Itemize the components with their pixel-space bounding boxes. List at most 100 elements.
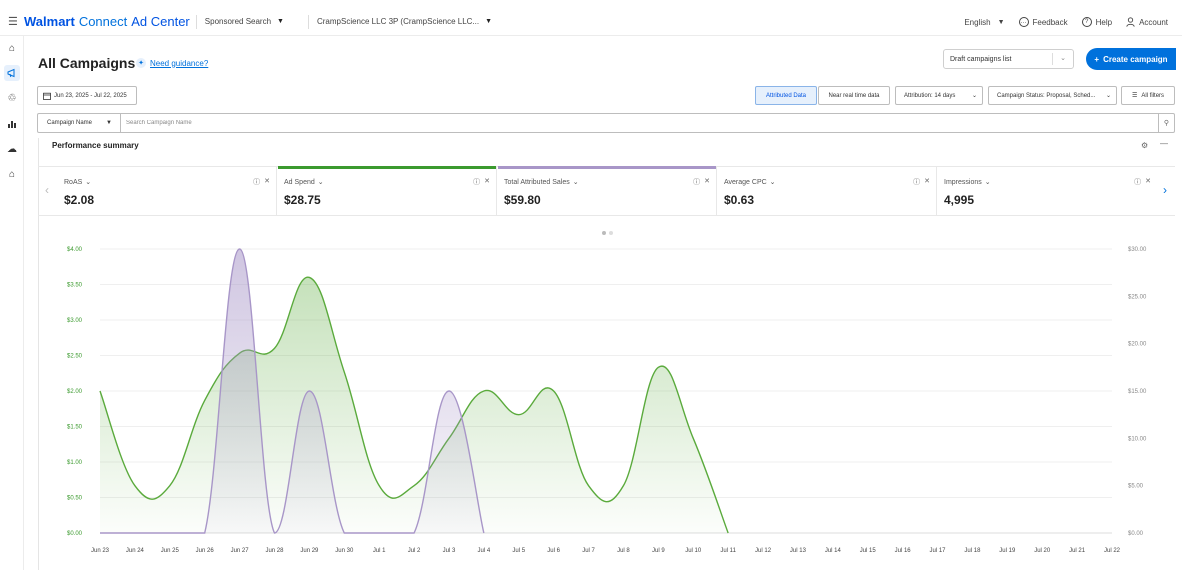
kpi-card-impressions[interactable]: Impressions ⌄ ⓘ ✕ 4,995 — [938, 166, 1157, 216]
attributed-data-toggle[interactable]: Attributed Data — [755, 86, 817, 105]
attribution-select[interactable]: Attribution: 14 days ⌄ — [895, 86, 983, 105]
x-tick-label: Jul 10 — [685, 548, 702, 554]
y-tick-label-right: $10.00 — [1128, 436, 1147, 442]
caret-down-icon: ▼ — [997, 18, 1005, 26]
caret-down-icon: ▼ — [106, 120, 112, 126]
upload-icon[interactable]: ☁ — [4, 141, 20, 157]
filter-icon: ☰ — [1131, 93, 1138, 99]
x-tick-label: Jun 28 — [265, 548, 284, 554]
chevron-down-icon: ⌄ — [971, 93, 977, 99]
account-button[interactable]: Account — [1126, 17, 1168, 27]
guidance-label: Need guidance? — [150, 58, 209, 68]
campaigns-icon[interactable] — [4, 65, 20, 81]
brand-walmart: Walmart — [24, 14, 75, 29]
y-tick-label-left: $2.00 — [67, 389, 83, 395]
lightbulb-icon: ✦ — [136, 58, 146, 68]
close-icon[interactable]: ✕ — [924, 177, 930, 187]
chevron-left-icon[interactable]: ‹ — [45, 183, 49, 197]
recycle-icon[interactable]: ♲ — [4, 90, 20, 106]
ad-type-select[interactable]: Sponsored Search ▼ — [205, 17, 284, 26]
x-tick-label: Jul 6 — [547, 548, 560, 554]
chevron-right-icon[interactable]: › — [1163, 183, 1167, 197]
kpi-color-bar — [278, 166, 496, 169]
x-tick-label: Jun 24 — [126, 548, 145, 554]
x-tick-label: Jul 8 — [617, 548, 630, 554]
close-icon[interactable]: ✕ — [264, 177, 270, 187]
campaign-status-select[interactable]: Campaign Status: Proposal, Sched... ⌄ — [988, 86, 1117, 105]
x-tick-label: Jun 26 — [196, 548, 215, 554]
search-bar: Campaign Name ▼ ⚲ — [37, 113, 1175, 133]
account-select[interactable]: CrampScience LLC 3P (CrampScience LLC...… — [317, 17, 492, 26]
all-filters-button[interactable]: ☰ All filters — [1121, 86, 1175, 105]
calendar-icon — [43, 92, 51, 100]
kpi-card-roas[interactable]: RoAS ⌄ ⓘ ✕ $2.08 — [58, 166, 277, 216]
search-field-label: Campaign Name — [47, 120, 93, 126]
kpi-card-average-cpc[interactable]: Average CPC ⌄ ⓘ ✕ $0.63 — [718, 166, 937, 216]
x-tick-label: Jun 27 — [231, 548, 250, 554]
store-icon[interactable]: ⌂ — [4, 166, 20, 182]
menu-icon[interactable]: ☰ — [8, 15, 22, 28]
y-tick-label-right: $30.00 — [1128, 247, 1147, 253]
help-icon: ? — [1081, 17, 1092, 27]
feedback-icon: … — [1018, 17, 1029, 27]
divider — [1052, 53, 1053, 65]
divider — [307, 14, 309, 29]
kpi-value: $0.63 — [724, 193, 755, 207]
info-icon[interactable]: ⓘ — [693, 177, 700, 187]
help-button[interactable]: ? Help — [1081, 17, 1112, 27]
y-tick-label-right: $15.00 — [1128, 389, 1147, 395]
x-tick-label: Jul 1 — [373, 548, 386, 554]
x-tick-label: Jul 9 — [652, 548, 665, 554]
create-campaign-button[interactable]: + Create campaign — [1086, 48, 1176, 70]
near-real-time-toggle[interactable]: Near real time data — [818, 86, 890, 105]
kpi-label: Impressions ⌄ — [944, 179, 991, 186]
x-tick-label: Jun 23 — [91, 548, 110, 554]
close-icon[interactable]: ✕ — [484, 177, 490, 187]
feedback-button[interactable]: … Feedback — [1018, 17, 1068, 27]
search-icon[interactable]: ⚲ — [1158, 114, 1174, 132]
minimize-icon[interactable]: — — [1160, 139, 1168, 148]
x-tick-label: Jul 18 — [964, 548, 981, 554]
x-tick-label: Jul 17 — [930, 548, 947, 554]
reports-icon[interactable] — [4, 116, 20, 132]
x-tick-label: Jul 19 — [999, 548, 1016, 554]
home-icon[interactable]: ⌂ — [4, 40, 20, 56]
kpi-value: $2.08 — [64, 193, 95, 207]
kpi-card-ad-spend[interactable]: Ad Spend ⌄ ⓘ ✕ $28.75 — [278, 166, 497, 216]
feedback-label: Feedback — [1032, 17, 1068, 27]
kpi-label: Ad Spend ⌄ — [284, 179, 324, 186]
x-tick-label: Jul 5 — [512, 548, 525, 554]
kpi-card-total-attributed-sales[interactable]: Total Attributed Sales ⌄ ⓘ ✕ $59.80 — [498, 166, 717, 216]
x-tick-label: Jun 29 — [300, 548, 319, 554]
gear-icon[interactable]: ⚙ — [1141, 141, 1148, 150]
guidance-link[interactable]: ✦ Need guidance? — [136, 58, 208, 68]
info-icon[interactable]: ⓘ — [1134, 177, 1141, 187]
account-label: CrampScience LLC 3P (CrampScience LLC... — [316, 17, 480, 26]
language-label: English — [964, 17, 991, 27]
x-tick-label: Jul 11 — [720, 548, 736, 554]
search-field-select[interactable]: Campaign Name ▼ — [38, 114, 121, 132]
chevron-down-icon: ⌄ — [572, 179, 579, 186]
y-tick-label-right: $25.00 — [1128, 294, 1147, 300]
campaign-status-label: Campaign Status: Proposal, Sched... — [997, 92, 1096, 99]
kpi-value: $28.75 — [284, 193, 321, 207]
language-select[interactable]: English ▼ — [964, 18, 1004, 27]
performance-title: Performance summary — [52, 141, 139, 150]
y-tick-label-left: $0.00 — [67, 531, 83, 537]
divider — [195, 14, 197, 29]
x-tick-label: Jul 14 — [825, 548, 842, 554]
close-icon[interactable]: ✕ — [704, 177, 710, 187]
chevron-down-icon: ⌄ — [1105, 93, 1111, 99]
search-input[interactable] — [121, 120, 1158, 126]
brand-logo[interactable]: Walmart Connect Ad Center — [24, 14, 190, 29]
date-range-picker[interactable]: Jun 23, 2025 - Jul 22, 2025 — [37, 86, 137, 105]
all-filters-label: All filters — [1141, 92, 1165, 99]
carousel-dots[interactable] — [602, 231, 613, 235]
info-icon[interactable]: ⓘ — [253, 177, 260, 187]
info-icon[interactable]: ⓘ — [473, 177, 480, 187]
info-icon[interactable]: ⓘ — [913, 177, 920, 187]
x-tick-label: Jul 15 — [860, 548, 877, 554]
draft-campaigns-select[interactable]: Draft campaigns list ⌄ — [943, 49, 1074, 69]
close-icon[interactable]: ✕ — [1145, 177, 1151, 187]
attribution-label: Attribution: 14 days — [904, 92, 956, 99]
